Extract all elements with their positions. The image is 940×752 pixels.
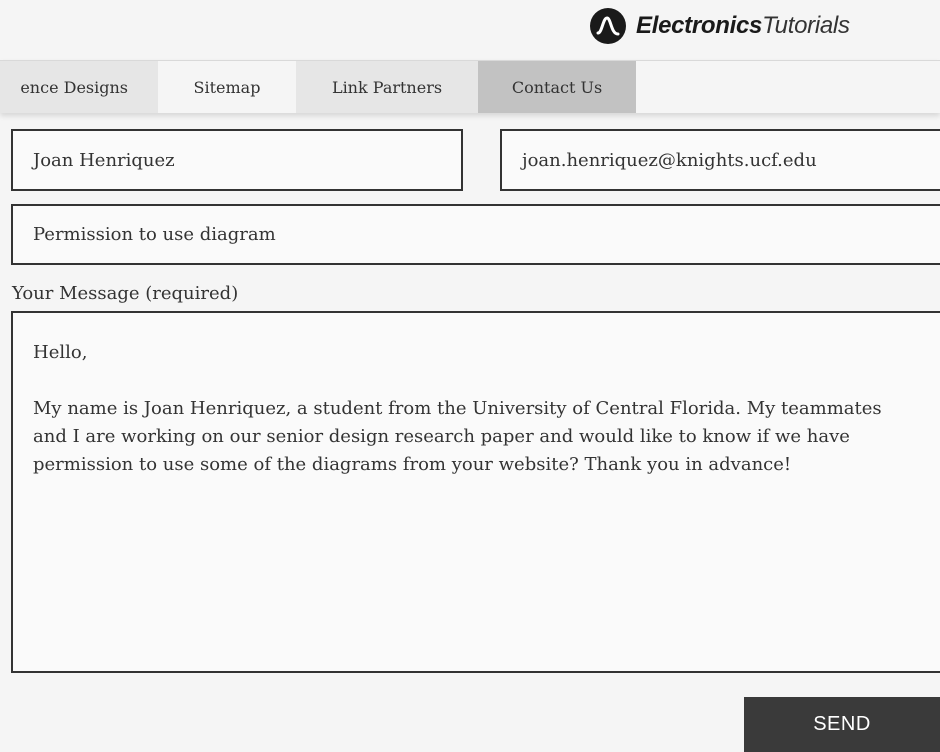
- send-button[interactable]: SEND: [744, 697, 940, 752]
- site-logo[interactable]: ElectronicsTutorials: [590, 7, 850, 45]
- logo-text-light: Tutorials: [762, 12, 850, 39]
- nav-item-link-partners[interactable]: Link Partners: [296, 61, 478, 113]
- site-header: ElectronicsTutorials: [0, 0, 940, 60]
- sine-wave-icon: [590, 8, 626, 44]
- message-textarea[interactable]: Hello, My name is Joan Henriquez, a stud…: [11, 311, 940, 673]
- email-field[interactable]: joan.henriquez@knights.ucf.edu: [500, 129, 940, 191]
- logo-wordmark: ElectronicsTutorials: [636, 12, 850, 40]
- subject-field[interactable]: Permission to use diagram: [11, 204, 940, 265]
- main-nav: ence Designs Sitemap Link Partners Conta…: [0, 60, 940, 113]
- nav-item-reference-designs[interactable]: ence Designs: [0, 61, 158, 113]
- nav-item-sitemap[interactable]: Sitemap: [158, 61, 296, 113]
- nav-item-contact-us[interactable]: Contact Us: [478, 61, 636, 113]
- logo-text-bold: Electronics: [636, 12, 763, 39]
- contact-page: ElectronicsTutorials ence Designs Sitema…: [0, 0, 940, 752]
- name-field[interactable]: Joan Henriquez: [11, 129, 463, 191]
- message-body: My name is Joan Henriquez, a student fro…: [33, 398, 882, 475]
- message-greeting: Hello,: [33, 342, 88, 363]
- message-label: Your Message (required): [12, 283, 239, 304]
